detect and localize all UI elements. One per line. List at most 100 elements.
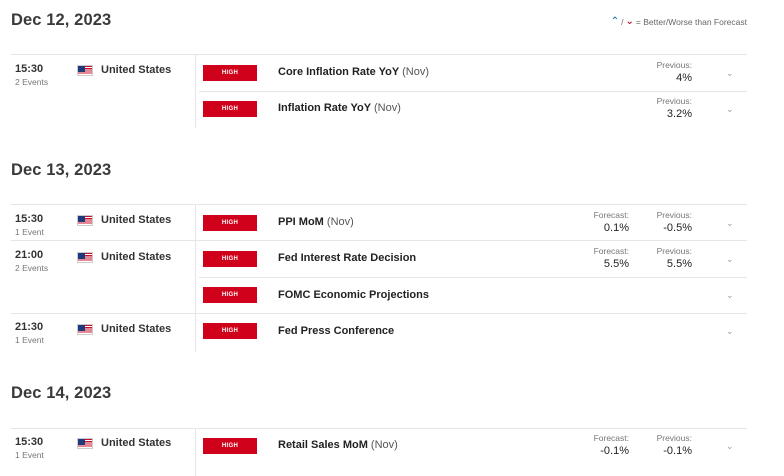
event-period: (Nov) [326, 216, 354, 228]
event-period: (Nov) [373, 102, 401, 114]
event-name[interactable]: FOMC Economic Projections [278, 289, 429, 301]
event-time: 15:30 [15, 63, 44, 75]
time-cell: 21:30 1 Event [15, 321, 44, 345]
day-header: Dec 12, 2023 [11, 11, 112, 29]
row-divider [11, 54, 747, 55]
event-count: 1 Event [15, 450, 44, 460]
time-cell: 15:30 1 Event [15, 436, 44, 460]
country-cell: United States [77, 323, 171, 335]
forecast-legend: ⌃ / ⌄ = Better/Worse than Forecast [610, 16, 747, 27]
worse-arrow-icon: ⌄ [625, 16, 634, 27]
impact-badge: HIGH [203, 251, 257, 267]
previous-value: Previous: 3.2% [632, 96, 692, 120]
event-title: Fed Press Conference [278, 325, 395, 337]
forecast-value: Forecast: -0.1% [569, 433, 629, 457]
event-name[interactable]: Core Inflation Rate YoY (Nov) [278, 66, 429, 78]
forecast-value: Forecast: 0.1% [569, 210, 629, 234]
event-time: 15:30 [15, 213, 44, 225]
column-divider [195, 428, 196, 476]
forecast-label: Forecast: [593, 433, 629, 443]
event-title: Inflation Rate YoY [278, 102, 371, 114]
event-title: PPI MoM [278, 216, 324, 228]
impact-badge: HIGH [203, 65, 257, 81]
event-time: 21:30 [15, 321, 44, 333]
country-cell: United States [77, 214, 171, 226]
event-count: 1 Event [15, 335, 44, 345]
chevron-down-icon[interactable]: ⌄ [726, 68, 734, 79]
row-divider [11, 204, 747, 205]
event-title: FOMC Economic Projections [278, 289, 429, 301]
impact-badge: HIGH [203, 101, 257, 117]
event-time: 15:30 [15, 436, 44, 448]
row-divider [199, 91, 747, 92]
time-cell: 15:30 1 Event [15, 213, 44, 237]
chevron-down-icon[interactable]: ⌄ [726, 290, 734, 301]
day-header: Dec 13, 2023 [11, 161, 112, 179]
event-name[interactable]: Retail Sales MoM (Nov) [278, 439, 398, 451]
us-flag-icon [77, 437, 93, 449]
previous-number: 4% [676, 72, 692, 84]
forecast-label: Forecast: [593, 246, 629, 256]
event-title: Fed Interest Rate Decision [278, 252, 417, 264]
previous-label: Previous: [656, 60, 692, 70]
event-count: 2 Events [15, 263, 49, 273]
forecast-label: Forecast: [593, 210, 629, 220]
event-title: Core Inflation Rate YoY [278, 66, 400, 78]
row-divider [11, 240, 747, 241]
impact-badge: HIGH [203, 287, 257, 303]
previous-label: Previous: [656, 246, 692, 256]
previous-number: 3.2% [666, 108, 692, 120]
day-header: Dec 14, 2023 [11, 384, 112, 402]
country-cell: United States [77, 437, 171, 449]
previous-number: -0.1% [663, 445, 692, 457]
row-divider [199, 277, 747, 278]
event-time: 21:00 [15, 249, 44, 261]
event-name[interactable]: Inflation Rate YoY (Nov) [278, 102, 401, 114]
impact-badge: HIGH [203, 215, 257, 231]
forecast-number: 0.1% [603, 222, 629, 234]
column-divider [195, 54, 196, 128]
event-count: 1 Event [15, 227, 44, 237]
previous-label: Previous: [656, 210, 692, 220]
previous-label: Previous: [656, 96, 692, 106]
row-divider [11, 313, 747, 314]
forecast-value: Forecast: 5.5% [569, 246, 629, 270]
us-flag-icon [77, 214, 93, 226]
previous-value: Previous: 4% [632, 60, 692, 84]
previous-value: Previous: -0.5% [632, 210, 692, 234]
legend-text: = Better/Worse than Forecast [635, 16, 747, 27]
us-flag-icon [77, 323, 93, 335]
time-cell: 15:30 2 Events [15, 63, 48, 87]
previous-number: 5.5% [666, 258, 692, 270]
country-name: United States [101, 251, 172, 263]
country-cell: United States [77, 251, 171, 263]
previous-value: Previous: -0.1% [632, 433, 692, 457]
time-cell: 21:00 2 Events [15, 249, 48, 273]
us-flag-icon [77, 251, 93, 263]
event-name[interactable]: Fed Press Conference [278, 325, 394, 337]
event-name[interactable]: PPI MoM (Nov) [278, 216, 354, 228]
previous-label: Previous: [656, 433, 692, 443]
impact-badge: HIGH [203, 438, 257, 454]
row-divider [11, 428, 747, 429]
impact-badge: HIGH [203, 323, 257, 339]
forecast-number: 5.5% [603, 258, 629, 270]
better-arrow-icon: ⌃ [610, 16, 620, 27]
us-flag-icon [77, 64, 93, 76]
country-name: United States [101, 437, 172, 449]
chevron-down-icon[interactable]: ⌄ [726, 104, 734, 115]
chevron-down-icon[interactable]: ⌄ [726, 326, 734, 337]
chevron-down-icon[interactable]: ⌄ [726, 218, 734, 229]
event-name[interactable]: Fed Interest Rate Decision [278, 252, 416, 264]
forecast-number: -0.1% [600, 445, 629, 457]
column-divider [195, 204, 196, 352]
previous-number: -0.5% [663, 222, 692, 234]
event-period: (Nov) [370, 439, 398, 451]
country-name: United States [101, 64, 172, 76]
chevron-down-icon[interactable]: ⌄ [726, 254, 734, 265]
country-name: United States [101, 214, 172, 226]
event-period: (Nov) [402, 66, 429, 78]
event-title: Retail Sales MoM [278, 439, 368, 451]
previous-value: Previous: 5.5% [632, 246, 692, 270]
chevron-down-icon[interactable]: ⌄ [726, 441, 734, 452]
